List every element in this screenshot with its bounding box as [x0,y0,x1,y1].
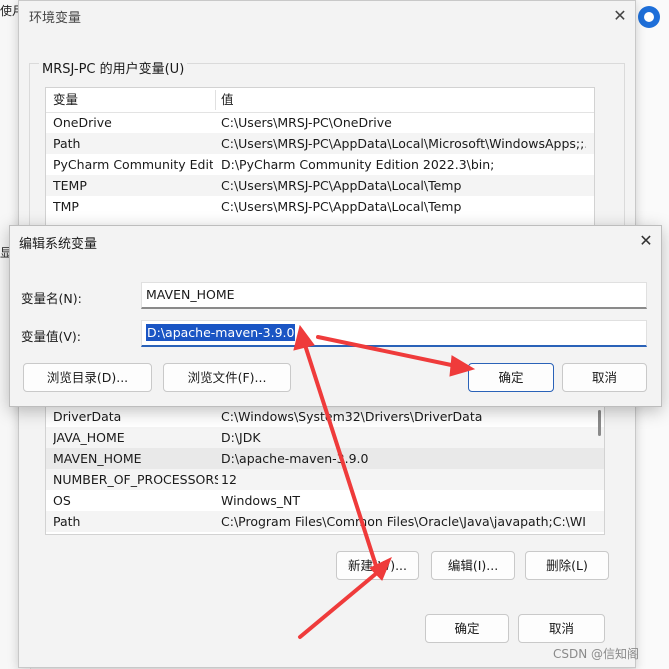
annotation-arrow [316,335,458,368]
annotation-arrow [303,343,380,574]
annotation-arrow-head [293,324,315,351]
annotation-arrow [298,570,380,639]
watermark: CSDN @信知阁 [553,647,640,661]
annotation-arrow-head [449,355,476,377]
annotation-arrows [293,324,476,639]
